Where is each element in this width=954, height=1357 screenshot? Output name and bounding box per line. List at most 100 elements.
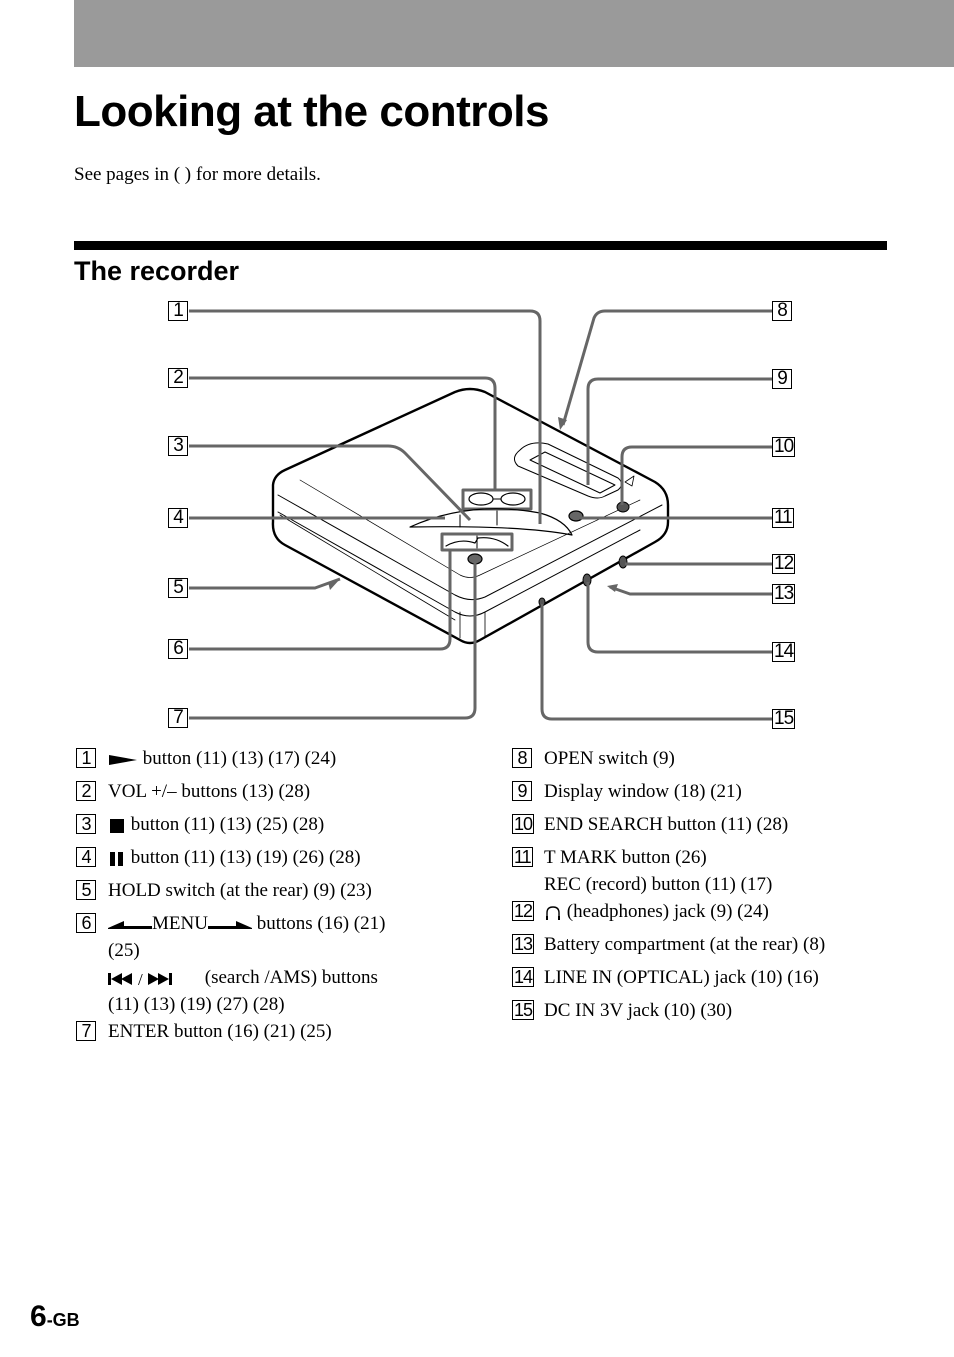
legend-item-15: 15 DC IN 3V jack (10) (30): [512, 994, 932, 1027]
leader-8: [561, 309, 772, 426]
item-text: END SEARCH button (11) (28): [544, 814, 789, 835]
callout-2: 2: [168, 368, 188, 388]
leader-13: [609, 585, 772, 596]
device-body-outline: [271, 387, 670, 645]
item-text: button (11) (13) (19) (26) (28): [130, 847, 361, 868]
legend-item-2: 2 VOL +/– buttons (13) (28): [76, 775, 476, 808]
vol-minus-button: [468, 492, 494, 506]
item-number: 7: [76, 1021, 96, 1041]
item-number: 2: [76, 781, 96, 801]
item-text: T MARK button (26): [544, 847, 707, 868]
leader-9: [586, 377, 772, 485]
item-number: 1: [76, 748, 96, 768]
callout-10: 10: [772, 436, 796, 457]
item-text: OPEN switch (9): [544, 748, 675, 769]
legend-item-4: 4 button (11) (13) (19) (26) (28): [76, 841, 476, 874]
play-icon: [109, 754, 137, 765]
headphones-jack: [618, 555, 628, 569]
page-footer: 6-GB: [30, 1300, 80, 1334]
item-text-cont: (11) (13) (19) (27) (28): [108, 994, 285, 1015]
leader-1: [189, 309, 542, 524]
page-suffix: -GB: [46, 1310, 80, 1330]
recorder-illustration: [189, 309, 772, 721]
legend-item-1: 1 button (11) (13) (17) (24): [76, 742, 476, 775]
legend-item-3: 3 button (11) (13) (25) (28): [76, 808, 476, 841]
item-text: Display window (18) (21): [544, 781, 742, 802]
item-text: (search /AMS) buttons: [204, 967, 378, 988]
item-number: 11: [512, 847, 533, 867]
item-text: LINE IN (OPTICAL) jack (10) (16): [544, 967, 819, 988]
callout-13: 13: [772, 583, 796, 604]
item-number: 3: [76, 814, 96, 834]
legend-item-13: 13 Battery compartment (at the rear) (8): [512, 928, 932, 961]
leader-5: [189, 577, 341, 590]
item-text-cont: REC (record) button (11) (17): [544, 874, 773, 895]
vol-plus-button: [500, 492, 526, 506]
item-number: 12: [512, 901, 535, 921]
item-text: MENU: [152, 913, 208, 934]
item-text: VOL +/– buttons (13) (28): [108, 781, 311, 802]
page-title: Looking at the controls: [74, 87, 549, 136]
device-mid-edge: [277, 511, 641, 617]
device-lower-edge: [279, 514, 456, 621]
legend-item-9: 9 Display window (18) (21): [512, 775, 932, 808]
callout-8: 8: [772, 301, 792, 321]
pause-icon: [110, 851, 123, 866]
callout-1: 1: [168, 301, 188, 321]
legend-item-5: 5 HOLD switch (at the rear) (9) (23): [76, 874, 476, 907]
callout-7: 7: [168, 708, 188, 728]
legend-right: 8 OPEN switch (9) 9 Display window (18) …: [512, 742, 932, 1027]
stop-icon: [110, 818, 124, 833]
callout-12: 12: [772, 553, 796, 574]
callout-9: 9: [772, 369, 792, 389]
item-number: 5: [76, 880, 96, 900]
header-band: [74, 0, 954, 67]
prev-next-icon: /: [108, 971, 172, 987]
item-text: Battery compartment (at the rear) (8): [544, 934, 826, 955]
item-text-cont: / (search /AMS) buttons: [108, 965, 476, 990]
item-number: 14: [512, 967, 535, 987]
item-number: 9: [512, 781, 532, 801]
legend-item-10: 10 END SEARCH button (11) (28): [512, 808, 932, 841]
leader-3: [189, 444, 472, 522]
legend-item-8: 8 OPEN switch (9): [512, 742, 932, 775]
item-number: 4: [76, 847, 96, 867]
item-text: (headphones) jack (9) (24): [566, 901, 769, 922]
menu-left-arrow-icon: [108, 920, 152, 929]
item-number: 10: [512, 814, 535, 834]
display-window: [529, 451, 616, 494]
item-text: button (11) (13) (17) (24): [142, 748, 337, 769]
item-text: button (11) (13) (25) (28): [130, 814, 325, 835]
recorder-diagram: 1 2 3 4 5 6 7 8 9 10 11 12 13 14 15: [0, 290, 954, 740]
callout-3: 3: [168, 436, 188, 456]
legend-item-7: 7 ENTER button (16) (21) (25): [76, 1015, 476, 1048]
item-number: 15: [512, 1000, 535, 1020]
item-text: buttons (16) (21): [256, 913, 386, 934]
page-number: 6: [30, 1300, 47, 1333]
transport-buttons: [409, 508, 573, 536]
item-text-cont: (25): [108, 940, 140, 961]
item-number: 8: [512, 748, 532, 768]
item-text: HOLD switch (at the rear) (9) (23): [108, 880, 372, 901]
section-title: The recorder: [74, 256, 240, 286]
legend-item-12: 12 (headphones) jack (9) (24): [512, 895, 932, 928]
item-number: 13: [512, 934, 535, 954]
callout-11: 11: [772, 507, 794, 528]
item-text: DC IN 3V jack (10) (30): [544, 1000, 733, 1021]
leader-15: [540, 604, 772, 721]
legend-item-14: 14 LINE IN (OPTICAL) jack (10) (16): [512, 961, 932, 994]
callout-4: 4: [168, 508, 188, 528]
legend-left: 1 button (11) (13) (17) (24) 2 VOL +/– b…: [76, 742, 476, 1048]
item-number: 6: [76, 913, 96, 933]
item-text: ENTER button (16) (21) (25): [108, 1021, 332, 1042]
headphones-icon: [546, 905, 560, 920]
legend-item-6: 6 MENU buttons (16) (21) (25) / (search …: [76, 907, 476, 1017]
callout-6: 6: [168, 639, 188, 659]
section-rule: [74, 241, 887, 250]
callout-5: 5: [168, 578, 188, 598]
callout-15: 15: [772, 708, 796, 729]
svg-text:/: /: [138, 971, 143, 987]
intro-text: See pages in ( ) for more details.: [74, 164, 321, 185]
legend-item-11: 11 T MARK button (26) REC (record) butto…: [512, 841, 932, 897]
callout-14: 14: [772, 641, 796, 662]
